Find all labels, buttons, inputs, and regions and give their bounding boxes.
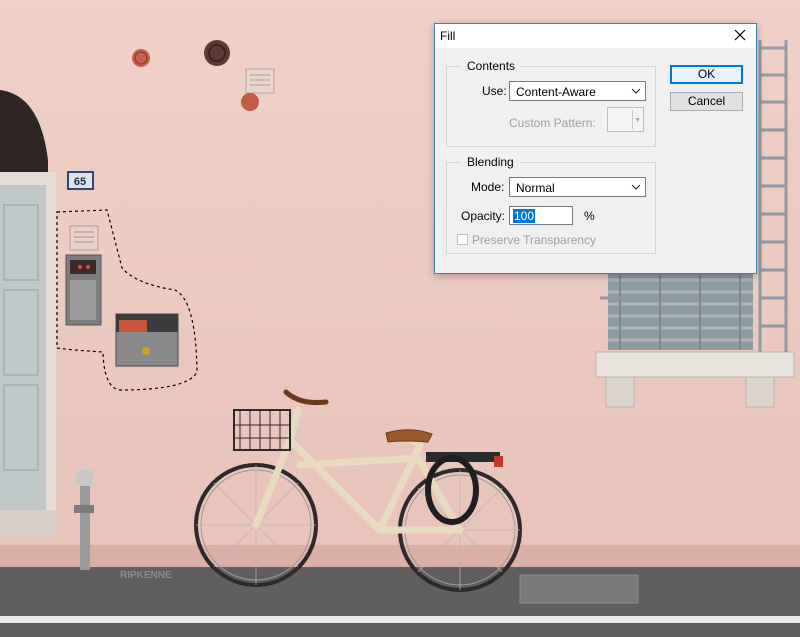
mode-label: Mode:: [471, 180, 505, 194]
manhole: [519, 574, 639, 604]
square-vent: [245, 68, 275, 94]
use-value: Content-Aware: [516, 85, 596, 99]
cancel-button[interactable]: Cancel: [670, 92, 743, 111]
preserve-transparency-label: Preserve Transparency: [472, 233, 597, 247]
window-sill: [595, 351, 795, 378]
dialog-title: Fill: [440, 29, 456, 43]
street-text: RIPKENNE: [120, 570, 172, 581]
contents-legend: Contents: [461, 59, 522, 73]
mode-select[interactable]: Normal: [509, 177, 646, 197]
use-label: Use:: [482, 84, 507, 98]
custom-pattern-label: Custom Pattern:: [509, 116, 596, 130]
use-select[interactable]: Content-Aware: [509, 81, 646, 101]
gas-pipe: [80, 475, 90, 570]
window-shutter: [608, 270, 753, 350]
pattern-dropdown-icon: ▼: [634, 117, 641, 124]
mode-value: Normal: [516, 181, 555, 195]
chevron-down-icon: [631, 184, 641, 190]
door-step: [0, 510, 56, 535]
dialog-titlebar[interactable]: Fill: [435, 24, 756, 48]
opacity-value: 100: [513, 209, 536, 223]
custom-pattern-picker: ▼: [607, 107, 644, 132]
round-vent-2: [204, 40, 230, 66]
opacity-label: Opacity:: [461, 209, 506, 223]
ok-button[interactable]: OK: [670, 65, 743, 84]
blending-legend: Blending: [461, 155, 520, 169]
blending-group: Blending Mode: Normal Opacity: 100 % Pre…: [446, 155, 656, 254]
fill-dialog: Fill Contents Use: Content-Aware Custom …: [434, 23, 757, 274]
opacity-input[interactable]: 100: [509, 206, 573, 225]
opacity-unit: %: [584, 209, 595, 223]
wall-plinth: [0, 545, 800, 570]
house-number: 65: [74, 176, 86, 188]
bicycle-seat: [385, 429, 433, 443]
door: [0, 185, 46, 510]
round-vent-3: [241, 93, 259, 111]
preserve-transparency-checkbox: [457, 234, 468, 245]
street-line: [0, 616, 800, 623]
contents-group: Contents Use: Content-Aware Custom Patte…: [446, 59, 656, 147]
close-icon[interactable]: [732, 27, 748, 43]
intercom-vent: [69, 225, 99, 251]
chevron-down-icon: [631, 88, 641, 94]
